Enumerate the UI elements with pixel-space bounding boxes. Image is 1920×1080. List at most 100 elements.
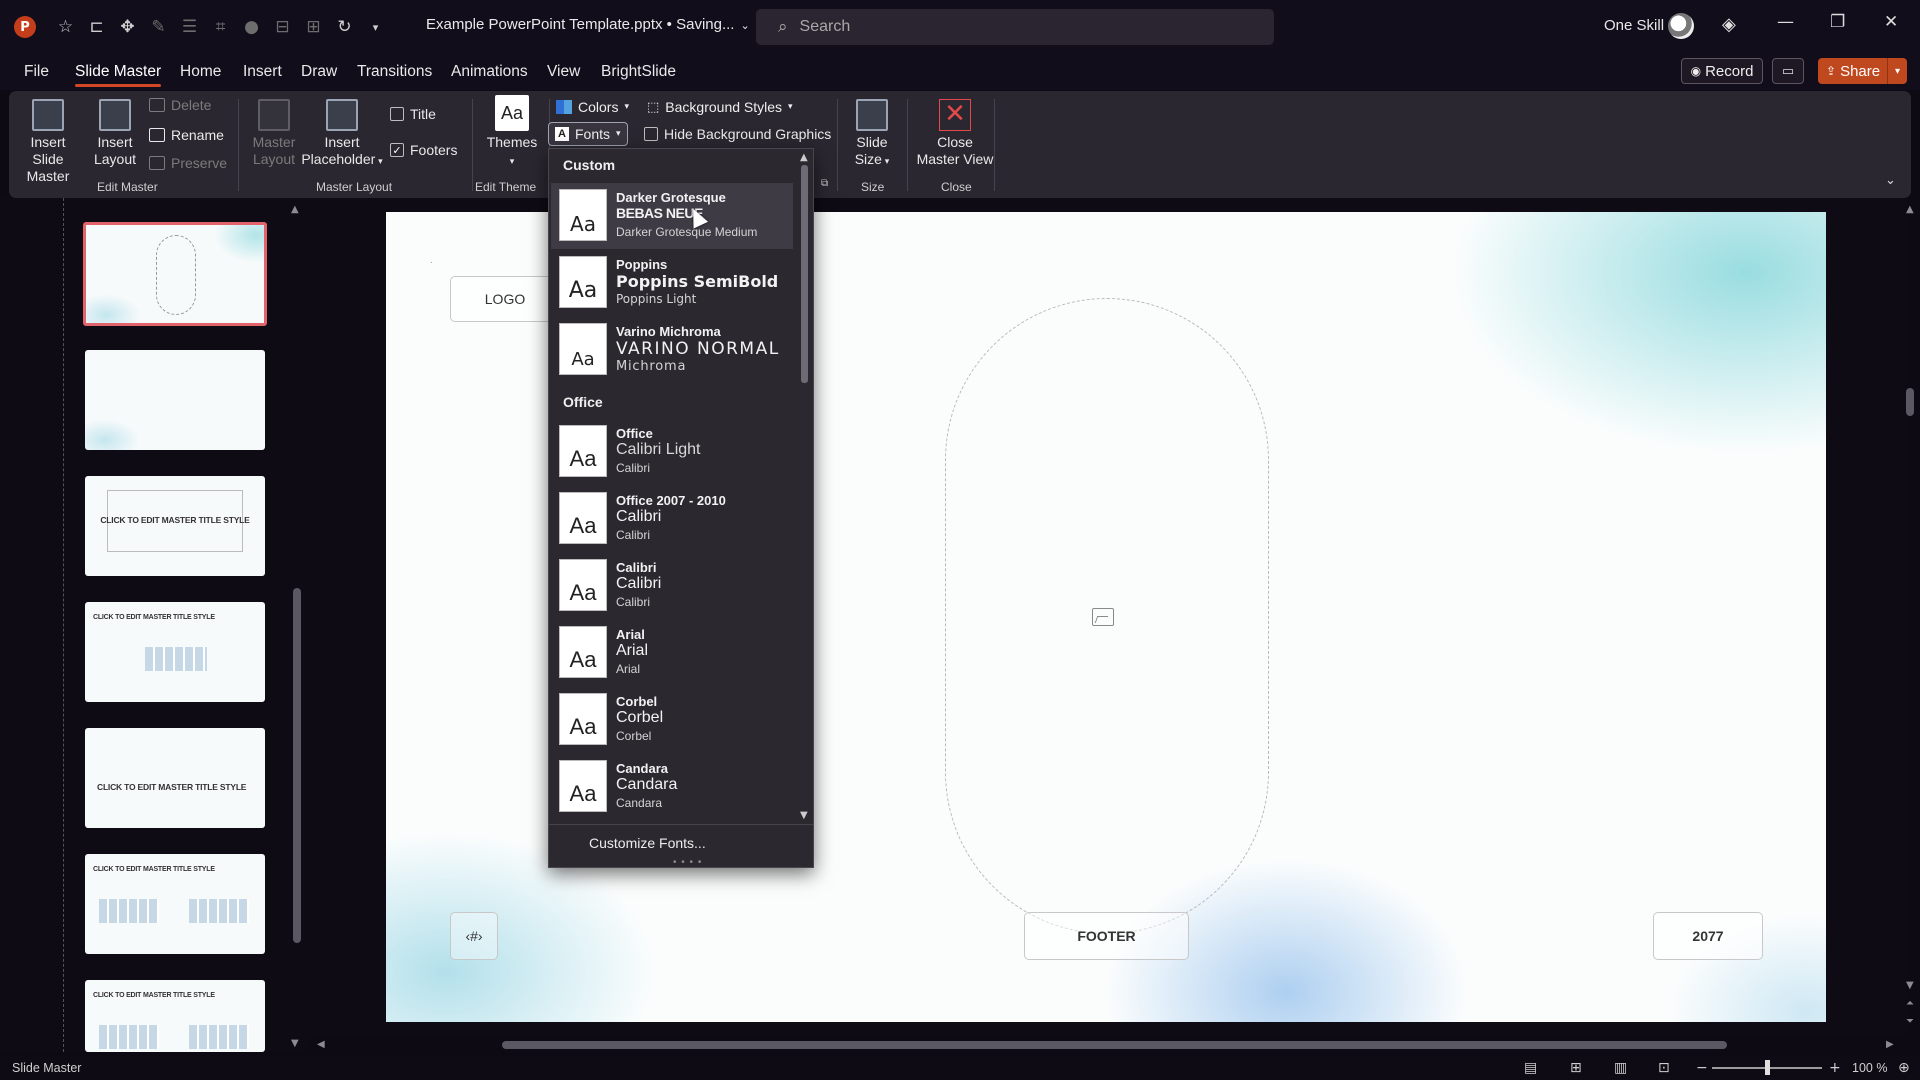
close-master-view-button[interactable]: ✕ Close Master View <box>915 99 995 168</box>
next-slide-icon[interactable]: ⏷ <box>1906 1016 1914 1028</box>
slide-sorter-icon[interactable]: ⊞ <box>1570 1060 1582 1076</box>
thumbnail-layout-6[interactable]: CLICK TO EDIT MASTER TITLE STYLE <box>85 980 265 1052</box>
scroll-up-icon[interactable]: ▲ <box>1906 204 1914 215</box>
hide-background-graphics-checkbox[interactable]: Hide Background Graphics <box>644 126 831 142</box>
share-button[interactable]: ⇪ Share ▾ <box>1818 58 1907 84</box>
star-icon[interactable]: ☆ <box>52 14 79 41</box>
vertical-scrollbar[interactable] <box>1906 388 1914 416</box>
zoom-slider-knob[interactable] <box>1765 1060 1770 1075</box>
restore-icon[interactable]: ❐ <box>1830 12 1845 32</box>
font-option-candara[interactable]: Aa Candara Candara Candara <box>551 754 793 820</box>
document-title[interactable]: Example PowerPoint Template.pptx • Savin… <box>426 16 750 33</box>
font-option-poppins[interactable]: Aa Poppins Poppins SemiBold Poppins Ligh… <box>551 250 793 316</box>
search-input[interactable]: ⌕ Search <box>756 9 1274 45</box>
fit-to-window-icon[interactable]: ⊕ <box>1898 1060 1910 1076</box>
font-option-arial[interactable]: Aa Arial Arial Arial <box>551 620 793 686</box>
collapse-ribbon-chevron-icon[interactable]: ⌄ <box>1885 173 1896 188</box>
font-option-office[interactable]: Aa Office Calibri Light Calibri <box>551 419 793 485</box>
background-dialog-launcher-icon[interactable]: ⧉ <box>821 178 828 189</box>
slide-number-placeholder[interactable]: ‹#› <box>450 912 498 960</box>
list-icon[interactable]: ☰ <box>176 14 203 41</box>
background-styles-dropdown[interactable]: ⬚ Background Styles ▾ <box>641 95 799 119</box>
move-icon[interactable]: ✥ <box>114 14 141 41</box>
colors-dropdown[interactable]: Colors ▾ <box>550 95 635 119</box>
thumbnail-layout-2[interactable]: CLICK TO EDIT MASTER TITLE STYLE <box>85 476 265 576</box>
font-option-calibri[interactable]: Aa Calibri Calibri Calibri <box>551 553 793 619</box>
zoom-out-icon[interactable]: − <box>1696 1060 1708 1076</box>
insert-slide-master-button[interactable]: Insert Slide Master <box>17 99 79 185</box>
close-icon[interactable]: ✕ <box>1884 12 1898 32</box>
tab-brightslide[interactable]: BrightSlide <box>601 63 676 81</box>
scroll-down-icon[interactable]: ▼ <box>291 1038 299 1049</box>
tab-draw[interactable]: Draw <box>301 63 337 81</box>
distribute-icon[interactable]: ⊟ <box>269 14 296 41</box>
thumbnails-scrollbar[interactable] <box>293 588 301 943</box>
horizontal-scrollbar[interactable] <box>502 1041 1727 1049</box>
preserve-button[interactable]: Preserve <box>149 155 227 171</box>
redo-icon[interactable]: ↻ <box>331 14 358 41</box>
shape-icon[interactable]: ● <box>238 14 265 41</box>
user-name[interactable]: One Skill <box>1604 17 1664 34</box>
zoom-in-icon[interactable]: + <box>1829 1060 1841 1076</box>
tab-home[interactable]: Home <box>180 63 221 81</box>
reading-view-icon[interactable]: ▥ <box>1614 1060 1627 1076</box>
slide-marker: · <box>430 258 433 267</box>
footers-checkbox[interactable]: ✓ Footers <box>390 142 457 158</box>
resize-grip-icon[interactable]: • • • • <box>673 857 702 868</box>
thumbnail-table <box>145 647 207 671</box>
pen-icon[interactable]: ✎ <box>145 14 172 41</box>
rename-button[interactable]: Rename <box>149 127 224 143</box>
scroll-up-icon[interactable]: ▲ <box>800 152 808 163</box>
powerpoint-window: P ☆ ⊏ ✥ ✎ ☰ ⌗ ● ⊟ ⊞ ↻ ▾ Example PowerPoi… <box>0 0 1920 1080</box>
thumbnail-layout-3[interactable]: CLICK TO EDIT MASTER TITLE STYLE <box>85 602 265 702</box>
fonts-menu-scrollbar[interactable] <box>801 165 808 383</box>
tab-view[interactable]: View <box>547 63 580 81</box>
font-option-varino-michroma[interactable]: Aa Varino Michroma VARINO NORMAL Michrom… <box>551 317 793 383</box>
date-placeholder[interactable]: 2077 <box>1653 912 1763 960</box>
delete-button[interactable]: Delete <box>149 97 211 113</box>
tab-insert[interactable]: Insert <box>243 63 282 81</box>
thumbnail-layout-4[interactable]: CLICK TO EDIT MASTER TITLE STYLE <box>85 728 265 828</box>
arrange-icon[interactable]: ⊞ <box>300 14 327 41</box>
themes-button[interactable]: Aa Themes ▾ <box>480 95 544 171</box>
thumbnail-layout-5[interactable]: CLICK TO EDIT MASTER TITLE STYLE <box>85 854 265 954</box>
font-option-office-2007-2010[interactable]: Aa Office 2007 - 2010 Calibri Calibri <box>551 486 793 552</box>
scroll-left-icon[interactable]: ◀ <box>317 1039 325 1050</box>
avatar[interactable] <box>1668 13 1694 39</box>
tab-slide-master[interactable]: Slide Master <box>75 63 162 87</box>
footer-placeholder[interactable]: FOOTER <box>1024 912 1189 960</box>
tab-transitions[interactable]: Transitions <box>357 63 432 81</box>
tab-animations[interactable]: Animations <box>451 63 528 81</box>
scroll-down-icon[interactable]: ▼ <box>1906 980 1914 992</box>
slide-size-button[interactable]: Slide Size ▾ <box>843 99 901 171</box>
customize-qat-icon[interactable]: ▾ <box>362 14 389 41</box>
master-layout-button[interactable]: Master Layout <box>252 99 296 168</box>
insert-placeholder-button[interactable]: Insert Placeholder ▾ <box>299 99 385 171</box>
font-option-darker-grotesque[interactable]: Aa Darker Grotesque BEBAS NEUE Darker Gr… <box>551 183 793 249</box>
font-option-corbel[interactable]: Aa Corbel Corbel Corbel <box>551 687 793 753</box>
zoom-level[interactable]: 100 % <box>1852 1061 1887 1075</box>
thumbnail-slide-master[interactable] <box>83 222 267 326</box>
thumbnail-table <box>189 899 249 923</box>
minimize-icon[interactable]: — <box>1777 12 1794 32</box>
crop-icon[interactable]: ⌗ <box>207 14 234 41</box>
insert-layout-button[interactable]: Insert Layout <box>93 99 137 168</box>
align-icon[interactable]: ⊏ <box>83 14 110 41</box>
thumbnail-layout-1[interactable] <box>85 350 265 450</box>
scroll-up-icon[interactable]: ▲ <box>291 204 299 215</box>
record-button[interactable]: ◉ Record <box>1681 58 1763 84</box>
title-checkbox[interactable]: Title <box>390 106 436 122</box>
share-options-chevron-icon[interactable]: ▾ <box>1887 58 1907 84</box>
slideshow-icon[interactable]: ⊡ <box>1658 1060 1670 1076</box>
notes-icon[interactable]: ▤ <box>1524 1060 1537 1076</box>
tab-file[interactable]: File <box>24 63 49 81</box>
fonts-dropdown[interactable]: A Fonts ▾ <box>548 122 628 146</box>
previous-slide-icon[interactable]: ⏶ <box>1906 998 1914 1010</box>
picture-icon[interactable] <box>1092 608 1114 626</box>
customize-fonts-item[interactable]: Customize Fonts... <box>589 835 706 851</box>
scroll-down-icon[interactable]: ▼ <box>800 810 808 821</box>
scroll-right-icon[interactable]: ▶ <box>1886 1039 1894 1050</box>
premium-diamond-icon[interactable]: ◈ <box>1722 14 1736 35</box>
logo-placeholder[interactable]: LOGO <box>450 276 560 322</box>
comments-button[interactable]: ▭ <box>1772 58 1804 84</box>
